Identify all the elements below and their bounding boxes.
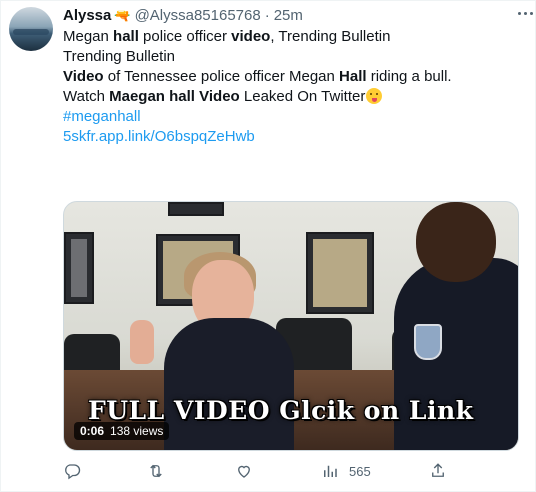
tweet-actions: 565 bbox=[63, 461, 463, 481]
reply-icon bbox=[63, 462, 81, 480]
tweet-content: Alyssa 🔫 @Alyssa85165768 · 25m Megan hal… bbox=[63, 5, 523, 147]
hashtag-line: #meganhall bbox=[63, 107, 523, 127]
hashtag-link[interactable]: #meganhall bbox=[63, 108, 141, 125]
retweet-button[interactable] bbox=[147, 461, 175, 481]
tweet-line-2: Trending Bulletin bbox=[63, 48, 176, 65]
reply-button[interactable] bbox=[63, 461, 91, 481]
views-count: 565 bbox=[349, 463, 371, 479]
picture-frame bbox=[306, 232, 374, 314]
author-handle[interactable]: @Alyssa85165768 bbox=[135, 6, 261, 26]
video-overlay-text: FULL VIDEO Glcik on Link bbox=[88, 396, 474, 425]
video-duration: 0:06 bbox=[80, 424, 105, 438]
tweet-line-1: Megan hall police officer video, Trendin… bbox=[63, 28, 391, 45]
tweet-line-3: Video of Tennessee police officer Megan … bbox=[63, 68, 452, 85]
tweet-text: Megan hall police officer video, Trendin… bbox=[63, 27, 523, 147]
timestamp[interactable]: 25m bbox=[274, 6, 303, 26]
author-name[interactable]: Alyssa bbox=[63, 6, 111, 26]
person-head bbox=[416, 202, 496, 282]
raised-hand bbox=[130, 320, 154, 364]
like-icon bbox=[235, 462, 253, 480]
views-button[interactable]: 565 bbox=[321, 461, 371, 481]
picture-frame bbox=[168, 202, 224, 216]
police-badge bbox=[414, 324, 442, 360]
video-player[interactable]: FULL VIDEO Glcik on Link 0:06 138 views bbox=[63, 201, 519, 451]
tongue-wink-emoji-icon bbox=[366, 88, 383, 104]
share-icon bbox=[429, 462, 447, 480]
tweet-header: Alyssa 🔫 @Alyssa85165768 · 25m bbox=[63, 5, 523, 27]
tweet-line-4: Watch Maegan hall Video Leaked On Twitte… bbox=[63, 87, 523, 107]
video-stats-chip: 0:06 138 views bbox=[74, 422, 170, 440]
picture-frame bbox=[64, 232, 94, 304]
tweet-card[interactable]: Alyssa 🔫 @Alyssa85165768 · 25m Megan hal… bbox=[0, 0, 536, 492]
url-line: 5skfr.app.link/O6bspqZeHwb bbox=[63, 127, 523, 147]
video-views: 138 views bbox=[110, 424, 164, 438]
url-link[interactable]: 5skfr.app.link/O6bspqZeHwb bbox=[63, 128, 255, 145]
person-uniform bbox=[164, 318, 294, 450]
retweet-icon bbox=[147, 462, 165, 480]
separator-dot: · bbox=[264, 7, 270, 24]
like-button[interactable] bbox=[235, 461, 263, 481]
gun-emoji-icon: 🔫 bbox=[114, 8, 131, 23]
analytics-icon bbox=[321, 462, 339, 480]
share-button[interactable] bbox=[429, 461, 447, 481]
avatar[interactable] bbox=[9, 7, 53, 51]
